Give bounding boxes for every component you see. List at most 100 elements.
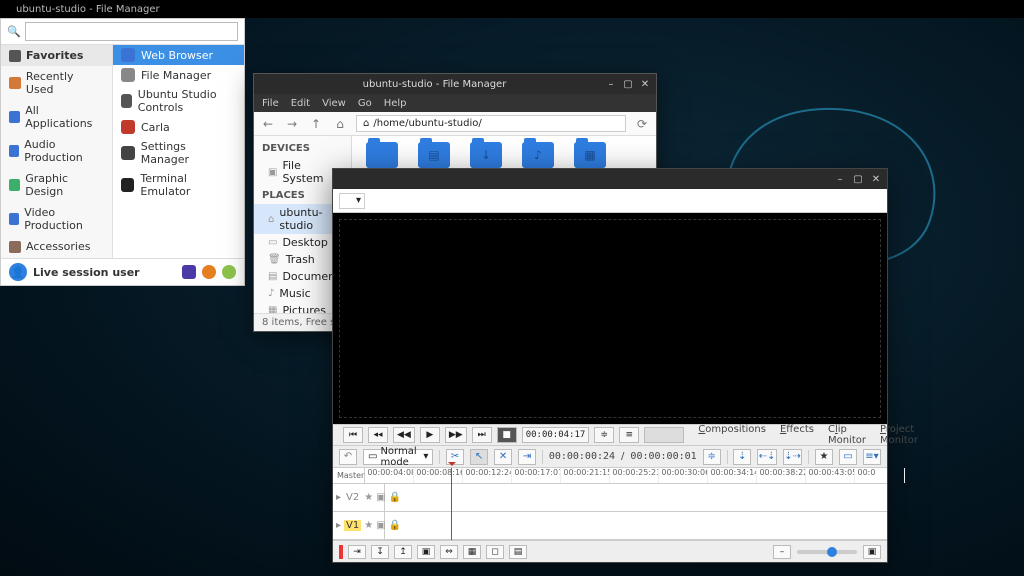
menu-user-label: Live session user (33, 266, 140, 279)
play-button[interactable]: ▶ (420, 427, 440, 443)
transport-timecode[interactable]: 00:00:04:17 (522, 427, 590, 443)
rewind-button[interactable]: ◀◀ (393, 427, 415, 443)
tab-compositions[interactable]: CCompositionsompositions (698, 424, 766, 446)
options-menu-icon[interactable]: ≡ (619, 427, 639, 443)
goto-end-button[interactable]: ⏭ (472, 427, 492, 443)
tool-snap-icon[interactable]: ✕ (494, 449, 512, 465)
track-config-icon[interactable]: ▭ (839, 449, 857, 465)
tc-duration[interactable]: 00:00:00:01 (630, 451, 696, 462)
bb-extract-icon[interactable]: ▣ (417, 545, 435, 559)
mini-scrub[interactable] (644, 427, 684, 443)
fm-menu-edit[interactable]: Edit (291, 98, 310, 109)
track-visible-icon[interactable]: ★ (364, 520, 373, 531)
fm-menu-file[interactable]: File (262, 98, 279, 109)
favorite-icon[interactable]: ★ (815, 449, 833, 465)
bb-insert-icon[interactable]: ⇥ (348, 545, 366, 559)
track-collapse-icon[interactable]: ▸ (336, 492, 341, 503)
more-menu-icon[interactable]: ≡▾ (863, 449, 881, 465)
marker-next-icon[interactable]: ⇣⇢ (783, 449, 802, 465)
history-back-icon[interactable]: ↶ (339, 449, 357, 465)
bb-fit-icon[interactable]: ⇔ (440, 545, 458, 559)
footer-action-2[interactable] (202, 265, 216, 279)
tab-effects[interactable]: Effects (780, 424, 814, 446)
maximize-button[interactable]: ▢ (851, 172, 865, 186)
nav-forward-button[interactable]: → (284, 116, 300, 132)
app-icon (121, 178, 134, 192)
menu-search-input[interactable] (25, 22, 238, 41)
nav-home-button[interactable]: ⌂ (332, 116, 348, 132)
menu-app[interactable]: Terminal Emulator (113, 169, 244, 201)
footer-action-1[interactable] (182, 265, 196, 279)
menu-category[interactable]: Graphic Design (1, 168, 112, 202)
minimize-button[interactable]: – (833, 172, 847, 186)
nav-back-button[interactable]: ← (260, 116, 276, 132)
bb-grid-icon[interactable]: ▦ (463, 545, 481, 559)
bb-overwrite-icon[interactable]: ↧ (371, 545, 389, 559)
bb-maximize-icon[interactable]: ◻ (486, 545, 504, 559)
nav-up-button[interactable]: ↑ (308, 116, 324, 132)
zoom-out-button[interactable]: – (773, 545, 791, 559)
app-icon (121, 120, 135, 134)
track-lane[interactable] (385, 484, 887, 511)
tab-clip-monitor[interactable]: Clip Monitor (828, 424, 866, 446)
ruler-tick: 00:00:34:14 (708, 468, 757, 483)
marker-add-icon[interactable]: ⇣ (733, 449, 751, 465)
track-collapse-icon[interactable]: ▸ (336, 520, 341, 531)
close-button[interactable]: ✕ (869, 172, 883, 186)
track-header[interactable]: ▸V2★▣🔒 (333, 484, 385, 511)
place-icon: ▤ (268, 271, 277, 282)
fm-menu-help[interactable]: Help (384, 98, 407, 109)
step-back-button[interactable]: ◂◂ (368, 427, 388, 443)
menu-category[interactable]: Recently Used (1, 66, 112, 100)
dropdown-icon[interactable]: ▾ (339, 193, 365, 209)
mode-select[interactable]: ▭Normal mode▾ (363, 449, 433, 465)
menu-category[interactable]: All Applications (1, 100, 112, 134)
fm-menu-view[interactable]: View (322, 98, 346, 109)
stop-button[interactable]: ■ (497, 427, 517, 443)
menu-category[interactable]: Accessories (1, 236, 112, 257)
menu-category[interactable]: Audio Production (1, 134, 112, 168)
tool-spacer-icon[interactable]: ⇥ (518, 449, 536, 465)
path-bar[interactable]: ⌂ /home/ubuntu-studio/ (356, 115, 626, 132)
menu-app[interactable]: Carla (113, 117, 244, 137)
footer-action-3[interactable] (222, 265, 236, 279)
app-icon (121, 48, 135, 62)
search-icon: 🔍 (7, 25, 21, 38)
tc-stepper-icon[interactable]: ≑ (594, 427, 614, 443)
menu-app[interactable]: Web Browser (113, 45, 244, 65)
tab-project-monitor[interactable]: Project Monitor (880, 424, 918, 446)
timeline-track[interactable]: ▸V2★▣🔒 (333, 484, 887, 512)
tc-step-icon[interactable]: ≑ (703, 449, 721, 465)
minimize-button[interactable]: – (604, 77, 618, 91)
menu-category[interactable]: Favorites (1, 45, 112, 66)
menu-app[interactable]: File Manager (113, 65, 244, 85)
marker-prev-icon[interactable]: ⇠⇣ (757, 449, 776, 465)
fm-titlebar[interactable]: ubuntu-studio - File Manager – ▢ ✕ (254, 74, 656, 94)
bb-lift-icon[interactable]: ↥ (394, 545, 412, 559)
timeline-track[interactable]: ▸V1★▣🔒 (333, 512, 887, 540)
zoom-in-button[interactable]: ▣ (863, 545, 881, 559)
track-lane[interactable] (385, 512, 887, 539)
bb-settings-icon[interactable]: ▤ (509, 545, 527, 559)
menu-app[interactable]: Ubuntu Studio Controls (113, 85, 244, 117)
track-header[interactable]: ▸V1★▣🔒 (333, 512, 385, 539)
maximize-button[interactable]: ▢ (621, 77, 635, 91)
close-button[interactable]: ✕ (638, 77, 652, 91)
menu-category[interactable]: Video Production (1, 202, 112, 236)
category-icon (9, 111, 20, 123)
monitor-viewer[interactable] (333, 213, 887, 424)
timeline-ruler[interactable]: Master 00:00:04:0800:00:08:1600:00:12:24… (333, 468, 887, 484)
fast-forward-button[interactable]: ▶▶ (445, 427, 467, 443)
menu-app[interactable]: Settings Manager (113, 137, 244, 169)
app-icon (121, 68, 135, 82)
track-visible-icon[interactable]: ★ (364, 492, 373, 503)
playhead[interactable] (451, 468, 452, 540)
zoom-slider[interactable] (797, 550, 857, 554)
tc-position[interactable]: 00:00:00:24 (549, 451, 615, 462)
taskbar-item[interactable]: ubuntu-studio - File Manager (16, 4, 160, 15)
tool-select-icon[interactable]: ↖ (470, 449, 488, 465)
refresh-button[interactable]: ⟳ (634, 116, 650, 132)
ve-titlebar[interactable]: – ▢ ✕ (333, 169, 887, 189)
fm-menu-go[interactable]: Go (358, 98, 372, 109)
goto-start-button[interactable]: ⏮ (343, 427, 363, 443)
